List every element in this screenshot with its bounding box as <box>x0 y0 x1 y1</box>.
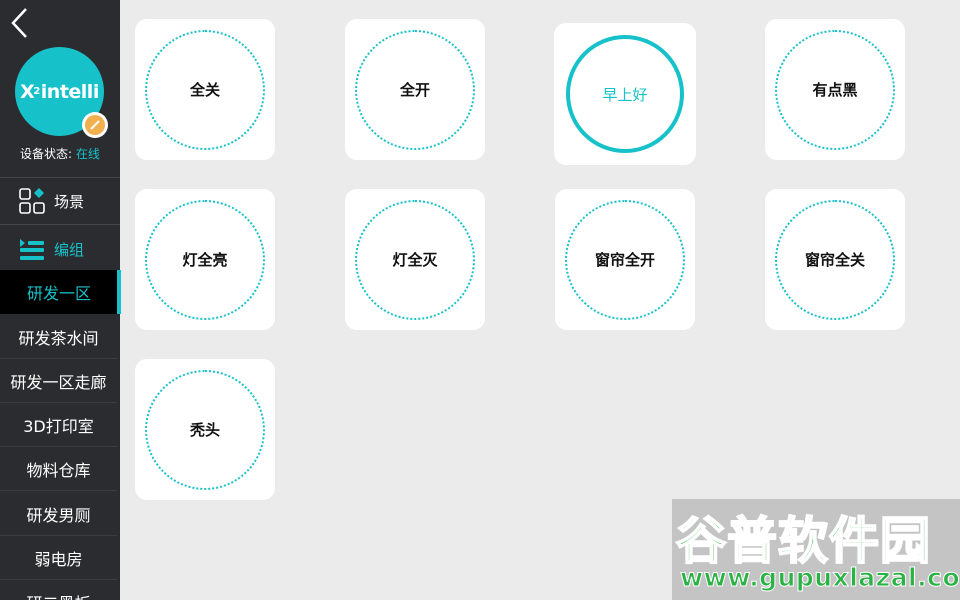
scene-label: 全开 <box>399 81 430 99</box>
scene-label: 有点黑 <box>812 81 858 99</box>
scene-card-5[interactable]: 灯全灭 <box>345 189 485 330</box>
scene-label: 秃头 <box>189 421 220 439</box>
status-value: 在线 <box>75 147 100 161</box>
sidebar: X 2 intelli 设备状态: 在线 场景 编组 研发一区 研发茶水间 研发… <box>0 0 120 600</box>
edit-badge[interactable] <box>82 112 108 138</box>
chevron-left-icon <box>11 8 27 38</box>
divider <box>0 224 120 225</box>
scene-ring-active: 早上好 <box>566 35 684 153</box>
device-status: 设备状态: 在线 <box>0 145 120 162</box>
zone-item-1[interactable]: 研发茶水间 <box>0 315 117 359</box>
scene-ring: 窗帘全开 <box>565 199 685 320</box>
scene-ring: 窗帘全关 <box>775 199 895 320</box>
watermark-url: www.gupuxlazal.com <box>680 563 960 593</box>
group-list-icon <box>20 239 44 260</box>
back-button[interactable] <box>8 6 32 40</box>
edit-pencil-icon <box>90 120 100 130</box>
scene-ring: 全开 <box>355 29 475 150</box>
scene-card-3[interactable]: 有点黑 <box>765 19 905 160</box>
menu-item-group[interactable]: 编组 <box>0 226 120 272</box>
scene-label: 灯全灭 <box>392 251 438 269</box>
scene-card-0[interactable]: 全关 <box>135 19 275 160</box>
logo-x: X <box>20 80 35 103</box>
scene-card-7[interactable]: 窗帘全关 <box>765 189 905 330</box>
scene-label: 窗帘全开 <box>594 251 655 269</box>
zone-item-5[interactable]: 研发男厕 <box>0 492 117 536</box>
scene-card-1[interactable]: 全开 <box>345 19 485 160</box>
scene-label: 灯全亮 <box>182 251 228 269</box>
scene-label: 窗帘全关 <box>804 251 865 269</box>
device-avatar[interactable]: X 2 intelli <box>15 47 108 138</box>
zone-item-7[interactable]: 研二黑板 <box>0 580 117 600</box>
menu-group-label: 编组 <box>54 240 85 259</box>
scene-grid-icon <box>19 188 45 214</box>
zone-item-6[interactable]: 弱电房 <box>0 536 117 580</box>
scene-card-6[interactable]: 窗帘全开 <box>555 189 695 330</box>
selected-zone-indicator <box>117 270 121 314</box>
scene-card-8[interactable]: 秃头 <box>135 359 275 500</box>
menu-item-scene[interactable]: 场景 <box>0 178 120 224</box>
zone-item-0[interactable]: 研发一区 <box>0 270 117 314</box>
menu-scene-label: 场景 <box>54 192 85 211</box>
status-label: 设备状态: <box>20 147 73 161</box>
zone-item-3[interactable]: 3D打印室 <box>0 403 117 447</box>
scene-card-2[interactable]: 早上好 <box>554 23 696 165</box>
zone-item-4[interactable]: 物料仓库 <box>0 447 117 491</box>
zone-item-2[interactable]: 研发一区走廊 <box>0 359 117 403</box>
scene-label: 早上好 <box>602 85 648 104</box>
logo-text: intelli <box>40 80 100 103</box>
scene-ring: 秃头 <box>145 369 265 490</box>
scene-ring: 灯全灭 <box>355 199 475 320</box>
scene-card-4[interactable]: 灯全亮 <box>135 189 275 330</box>
scene-label: 全关 <box>189 81 220 99</box>
scene-ring: 全关 <box>145 29 265 150</box>
watermark: 谷普软件园 www.gupuxlazal.com <box>672 499 960 600</box>
scene-ring: 灯全亮 <box>145 199 265 320</box>
scene-ring: 有点黑 <box>775 29 895 150</box>
logo-sup: 2 <box>33 86 40 97</box>
